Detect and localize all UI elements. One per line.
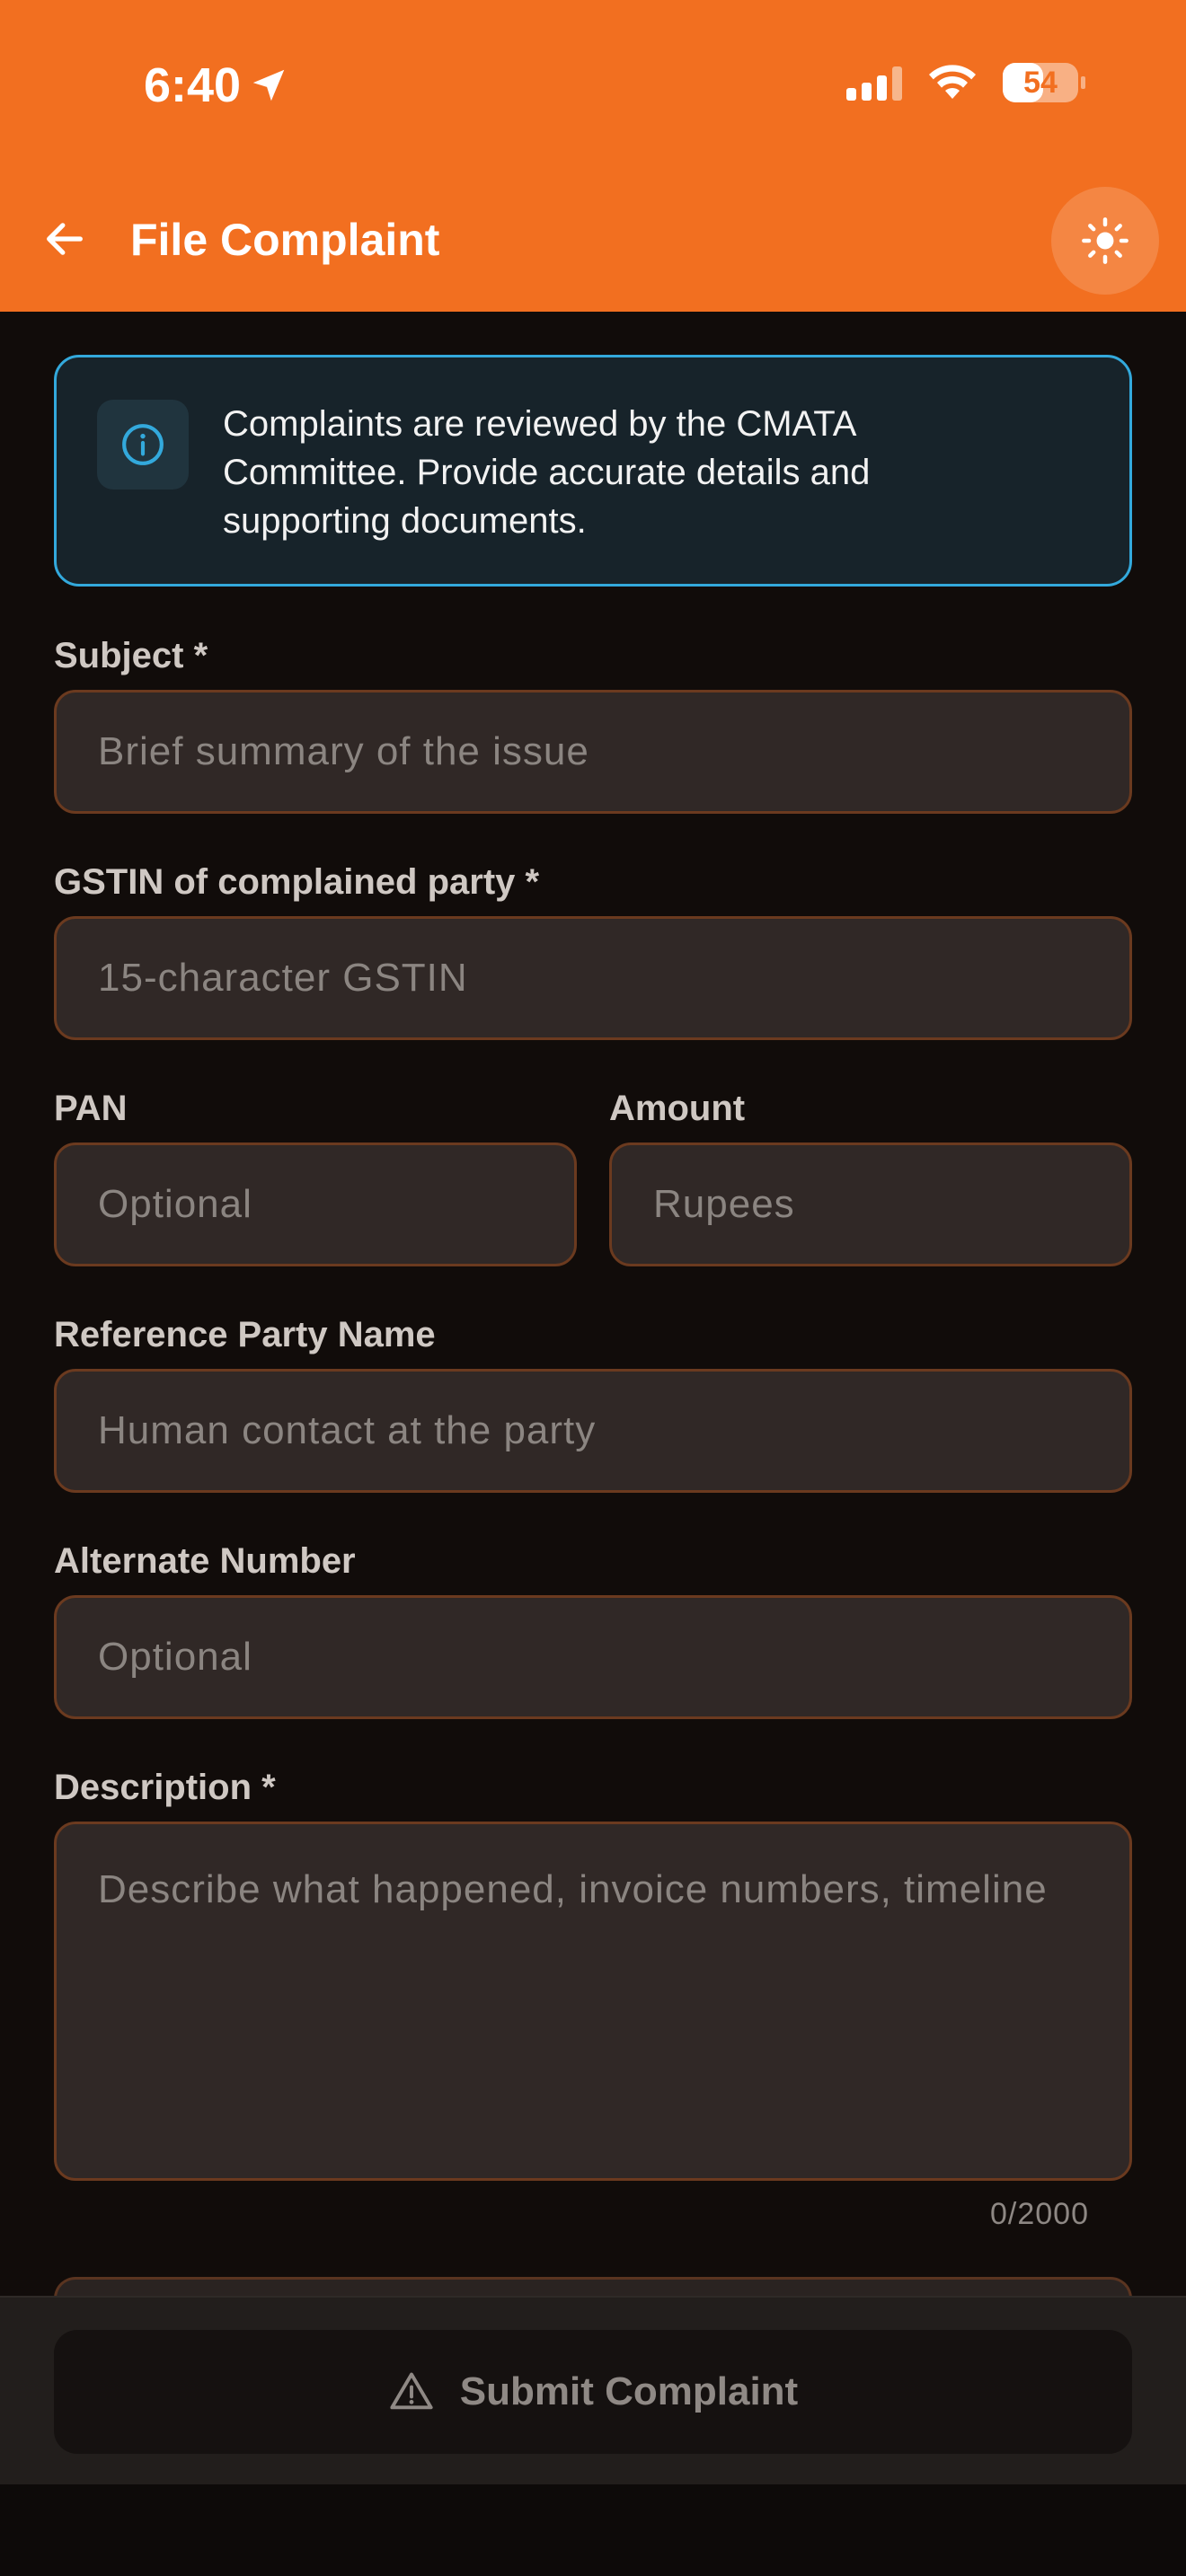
app-header: 6:40 54 File Complaint bbox=[0, 0, 1186, 312]
reference-party-label: Reference Party Name bbox=[54, 1315, 436, 1354]
home-indicator-area bbox=[0, 2484, 1186, 2576]
info-icon-container bbox=[97, 400, 189, 490]
subject-label: Subject * bbox=[54, 636, 208, 675]
arrow-left-icon bbox=[47, 223, 83, 255]
amount-field[interactable] bbox=[609, 1142, 1132, 1266]
subject-field[interactable] bbox=[54, 690, 1132, 814]
pan-input[interactable] bbox=[98, 1182, 533, 1227]
wifi-icon bbox=[925, 63, 979, 102]
status-time-label: 6:40 bbox=[144, 58, 242, 112]
amount-label: Amount bbox=[609, 1089, 746, 1128]
cellular-signal-icon bbox=[846, 65, 902, 101]
pan-label: PAN bbox=[54, 1089, 128, 1128]
reference-party-input[interactable] bbox=[98, 1408, 1088, 1453]
alternate-number-label: Alternate Number bbox=[54, 1541, 356, 1581]
gstin-label: GSTIN of complained party * bbox=[54, 862, 540, 902]
info-text: Complaints are reviewed by the CMATA Com… bbox=[223, 404, 871, 541]
warning-triangle-icon bbox=[390, 2372, 433, 2410]
battery-icon: 54 bbox=[1003, 63, 1085, 102]
page-title: File Complaint bbox=[130, 215, 440, 265]
status-time: 6:40 bbox=[144, 57, 289, 113]
sun-icon bbox=[1082, 217, 1128, 264]
battery-percent: 54 bbox=[1023, 66, 1058, 100]
description-char-counter: 0/2000 bbox=[990, 2197, 1089, 2231]
alternate-number-field[interactable] bbox=[54, 1595, 1132, 1719]
theme-toggle-button[interactable] bbox=[1051, 187, 1159, 295]
status-indicators: 54 bbox=[846, 63, 1085, 102]
back-button[interactable] bbox=[36, 212, 93, 266]
description-textarea[interactable] bbox=[98, 1860, 1088, 2148]
gstin-field[interactable] bbox=[54, 916, 1132, 1040]
bottom-action-bar: Submit Complaint bbox=[0, 2296, 1186, 2484]
location-arrow-icon bbox=[252, 69, 285, 101]
submit-complaint-button[interactable]: Submit Complaint bbox=[54, 2330, 1132, 2454]
submit-complaint-label: Submit Complaint bbox=[459, 2369, 799, 2413]
alternate-number-input[interactable] bbox=[98, 1635, 1088, 1680]
description-label: Description * bbox=[54, 1768, 276, 1807]
info-icon bbox=[122, 424, 164, 465]
description-field[interactable] bbox=[54, 1822, 1132, 2181]
info-banner: Complaints are reviewed by the CMATA Com… bbox=[54, 355, 1132, 587]
pan-field[interactable] bbox=[54, 1142, 577, 1266]
gstin-input[interactable] bbox=[98, 956, 1088, 1001]
amount-input[interactable] bbox=[653, 1182, 1088, 1227]
subject-input[interactable] bbox=[98, 729, 1088, 774]
reference-party-field[interactable] bbox=[54, 1369, 1132, 1493]
